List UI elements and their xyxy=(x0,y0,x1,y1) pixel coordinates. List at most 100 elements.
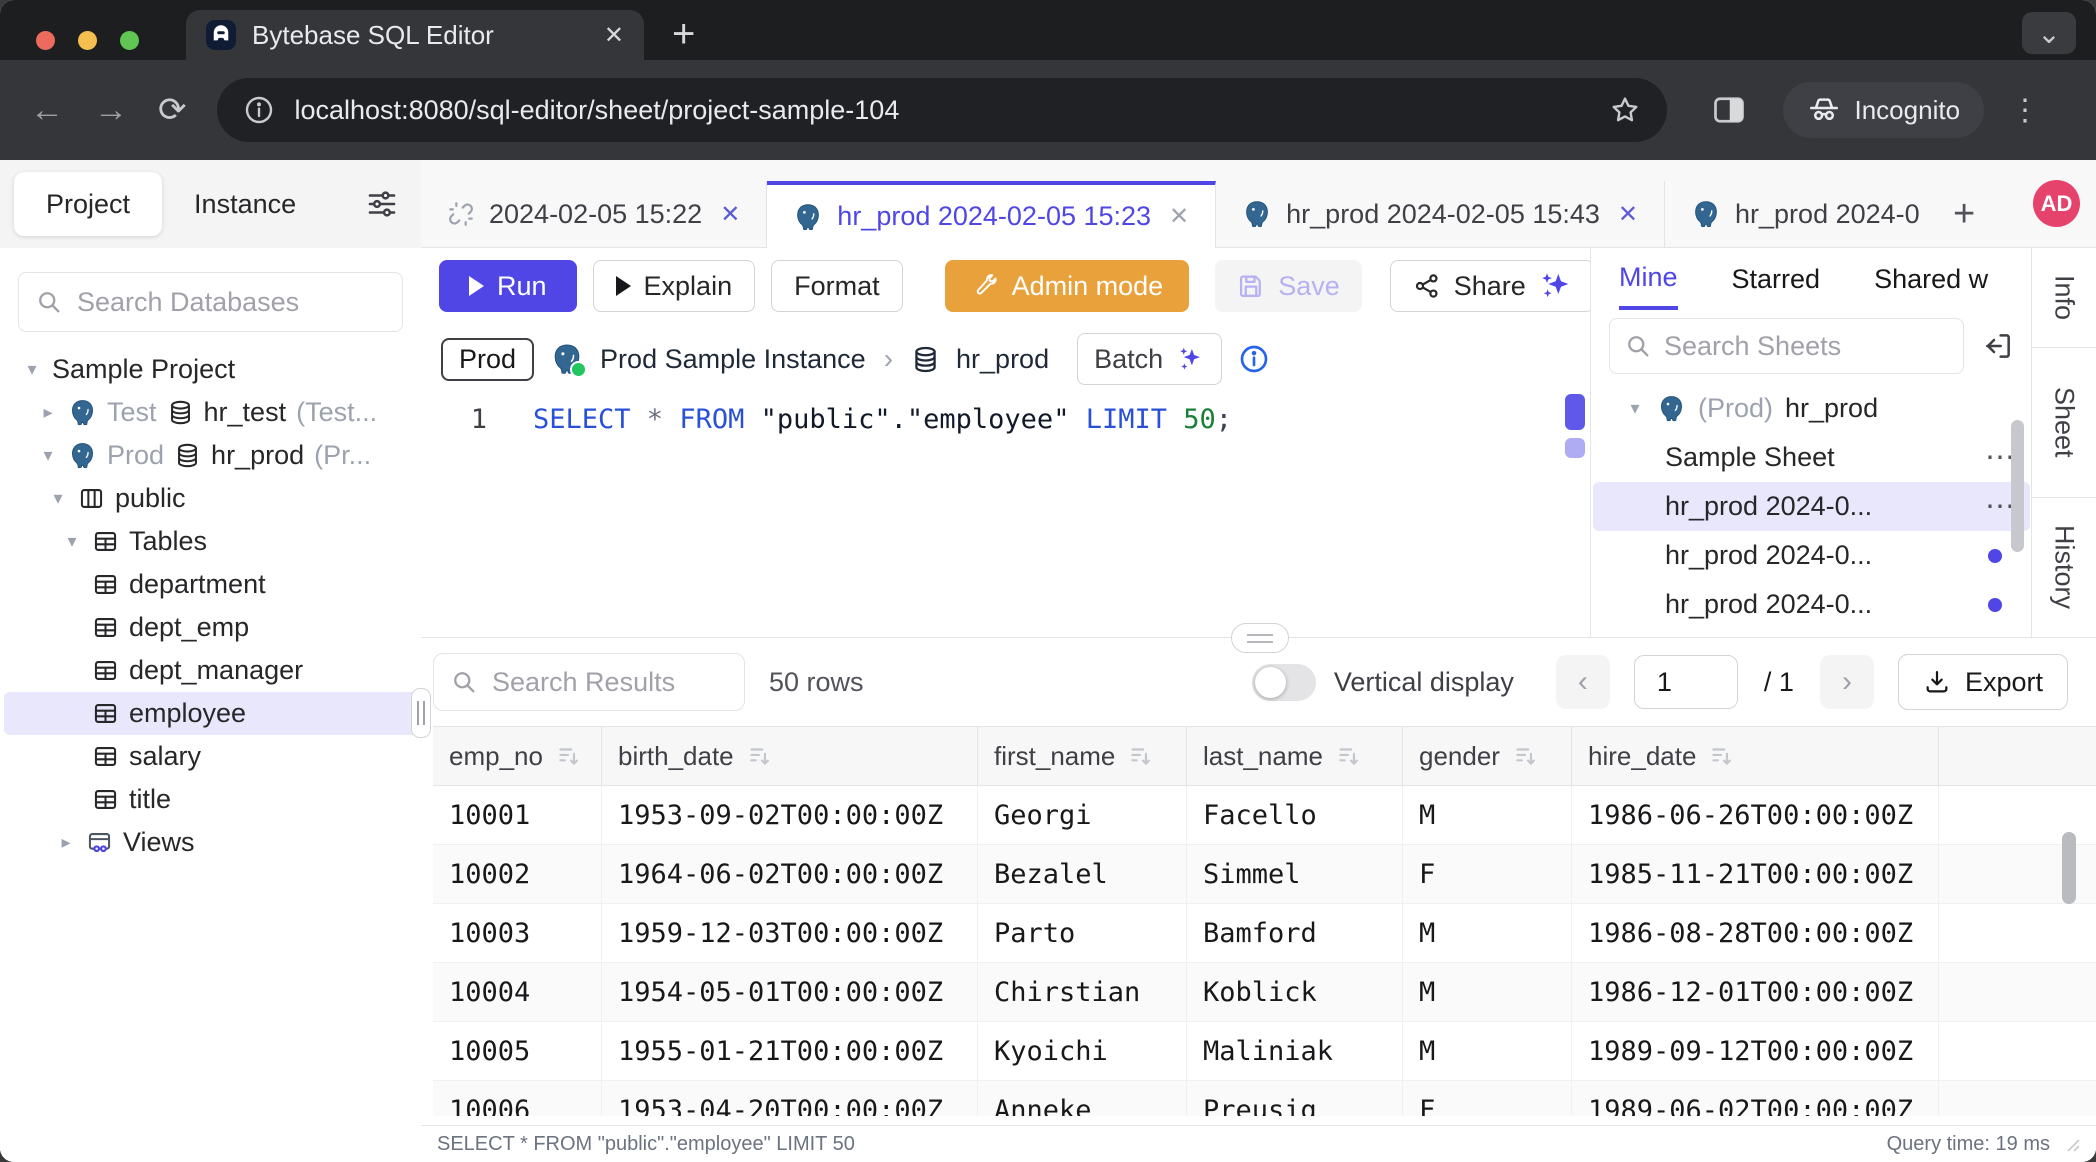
tab-instance[interactable]: Instance xyxy=(162,172,328,236)
sheet-list-scrollbar[interactable] xyxy=(2011,420,2024,552)
sort-icon[interactable] xyxy=(1512,743,1538,769)
table-row[interactable]: 10004 1954-05-01T00:00:00Z Chirstian Kob… xyxy=(433,963,2096,1022)
resize-grip-icon[interactable] xyxy=(2064,1136,2080,1152)
cell-birth-date[interactable]: 1955-01-21T00:00:00Z xyxy=(602,1022,978,1080)
browser-tab[interactable]: Bytebase SQL Editor ✕ xyxy=(186,10,644,60)
tab-search-chevron[interactable]: ⌄ xyxy=(2022,12,2076,54)
cell-gender[interactable]: F xyxy=(1403,1081,1572,1116)
search-databases-input[interactable]: Search Databases xyxy=(18,272,403,332)
sheet-item-selected[interactable]: hr_prod 2024-0... ⋯ xyxy=(1593,482,2030,531)
cell-birth-date[interactable]: 1953-04-20T00:00:00Z xyxy=(602,1081,978,1116)
format-button[interactable]: Format xyxy=(771,260,903,312)
cell-first-name[interactable]: Parto xyxy=(978,904,1187,962)
tab-history[interactable]: History xyxy=(2032,498,2096,636)
cell-gender[interactable]: M xyxy=(1403,1022,1572,1080)
column-header-emp-no[interactable]: emp_no xyxy=(433,727,602,785)
info-icon[interactable] xyxy=(1238,343,1270,375)
cell-first-name[interactable]: Kyoichi xyxy=(978,1022,1187,1080)
sheet-item[interactable]: hr_prod 2024-0... xyxy=(1593,531,2030,580)
cell-hire-date[interactable]: 1986-06-26T00:00:00Z xyxy=(1572,786,1939,844)
tree-item-table-title[interactable]: title xyxy=(4,778,417,821)
cell-gender[interactable]: M xyxy=(1403,904,1572,962)
site-info-icon[interactable] xyxy=(243,94,275,126)
explain-button[interactable]: Explain xyxy=(593,260,756,312)
table-row[interactable]: 10003 1959-12-03T00:00:00Z Parto Bamford… xyxy=(433,904,2096,963)
import-sheet-icon[interactable] xyxy=(1982,330,2014,362)
tab-sheet[interactable]: Sheet xyxy=(2032,348,2096,498)
new-browser-tab-button[interactable]: + xyxy=(672,12,695,57)
cell-emp-no[interactable]: 10006 xyxy=(433,1081,602,1116)
column-header-first-name[interactable]: first_name xyxy=(978,727,1187,785)
forward-button[interactable]: → xyxy=(94,91,128,130)
instance-name[interactable]: Prod Sample Instance xyxy=(600,344,866,375)
batch-button[interactable]: Batch xyxy=(1077,333,1222,385)
tree-item-table-salary[interactable]: salary xyxy=(4,735,417,778)
table-scrollbar[interactable] xyxy=(2062,832,2076,904)
reload-button[interactable]: ⟳ xyxy=(158,90,187,130)
tree-item-table-department[interactable]: department xyxy=(4,563,417,606)
sheet-item[interactable]: Sample Sheet ⋯ xyxy=(1593,433,2030,482)
search-results-input[interactable]: Search Results xyxy=(433,653,745,711)
table-row[interactable]: 10001 1953-09-02T00:00:00Z Georgi Facell… xyxy=(433,786,2096,845)
side-panel-icon[interactable] xyxy=(1711,92,1747,128)
window-minimize-button[interactable] xyxy=(78,31,97,50)
cell-first-name[interactable]: Anneke xyxy=(978,1081,1187,1116)
cell-emp-no[interactable]: 10003 xyxy=(433,904,602,962)
cell-hire-date[interactable]: 1989-09-12T00:00:00Z xyxy=(1572,1022,1939,1080)
tree-item-schema-public[interactable]: ▾ public xyxy=(4,477,417,520)
sort-icon[interactable] xyxy=(555,743,581,769)
address-bar[interactable]: localhost:8080/sql-editor/sheet/project-… xyxy=(217,78,1667,142)
url-text[interactable]: localhost:8080/sql-editor/sheet/project-… xyxy=(295,95,1589,126)
share-button[interactable]: Share xyxy=(1390,260,1594,312)
cell-hire-date[interactable]: 1986-12-01T00:00:00Z xyxy=(1572,963,1939,1021)
cell-birth-date[interactable]: 1953-09-02T00:00:00Z xyxy=(602,786,978,844)
run-button[interactable]: Run xyxy=(439,260,577,312)
column-header-last-name[interactable]: last_name xyxy=(1187,727,1403,785)
tree-item-project[interactable]: ▾ Sample Project xyxy=(4,348,417,391)
cell-birth-date[interactable]: 1964-06-02T00:00:00Z xyxy=(602,845,978,903)
sheet-tab-2-active[interactable]: hr_prod 2024-02-05 15:23 ✕ xyxy=(767,181,1216,248)
close-icon[interactable]: ✕ xyxy=(720,200,740,229)
caret-down-icon[interactable]: ▾ xyxy=(1625,398,1645,419)
cell-last-name[interactable]: Koblick xyxy=(1187,963,1403,1021)
cell-first-name[interactable]: Georgi xyxy=(978,786,1187,844)
caret-right-icon[interactable]: ▸ xyxy=(56,832,76,853)
back-button[interactable]: ← xyxy=(30,91,64,130)
tree-item-views-group[interactable]: ▸ Views xyxy=(4,821,417,864)
sidebar-resize-handle[interactable] xyxy=(411,688,431,738)
cell-birth-date[interactable]: 1959-12-03T00:00:00Z xyxy=(602,904,978,962)
filter-settings-icon[interactable] xyxy=(365,187,399,221)
cell-last-name[interactable]: Simmel xyxy=(1187,845,1403,903)
cell-birth-date[interactable]: 1954-05-01T00:00:00Z xyxy=(602,963,978,1021)
tab-project[interactable]: Project xyxy=(14,172,162,236)
sheet-item[interactable]: hr_prod 2024-0... xyxy=(1593,580,2030,629)
tree-item-table-dept-manager[interactable]: dept_manager xyxy=(4,649,417,692)
tab-shared[interactable]: Shared w xyxy=(1874,248,1988,310)
cell-emp-no[interactable]: 10005 xyxy=(433,1022,602,1080)
search-sheets-input[interactable]: Search Sheets xyxy=(1609,318,1964,374)
close-icon[interactable]: ✕ xyxy=(1618,200,1638,229)
window-close-button[interactable] xyxy=(36,31,55,50)
caret-down-icon[interactable]: ▾ xyxy=(62,531,82,552)
cell-last-name[interactable]: Preusig xyxy=(1187,1081,1403,1116)
caret-right-icon[interactable]: ▸ xyxy=(38,402,58,423)
cell-gender[interactable]: F xyxy=(1403,845,1572,903)
sort-icon[interactable] xyxy=(746,743,772,769)
cell-hire-date[interactable]: 1989-06-02T00:00:00Z xyxy=(1572,1081,1939,1116)
sort-icon[interactable] xyxy=(1127,743,1153,769)
vertical-display-toggle[interactable] xyxy=(1252,664,1316,701)
new-sheet-tab-button[interactable]: + xyxy=(1937,181,1991,247)
close-icon[interactable]: ✕ xyxy=(1169,202,1189,231)
caret-down-icon[interactable]: ▾ xyxy=(22,359,42,380)
tree-item-tables-group[interactable]: ▾ Tables xyxy=(4,520,417,563)
cell-emp-no[interactable]: 10004 xyxy=(433,963,602,1021)
admin-mode-button[interactable]: Admin mode xyxy=(945,260,1190,312)
cell-last-name[interactable]: Maliniak xyxy=(1187,1022,1403,1080)
caret-down-icon[interactable]: ▾ xyxy=(48,488,68,509)
browser-tab-close-icon[interactable]: ✕ xyxy=(604,21,624,50)
browser-menu-icon[interactable]: ⋮ xyxy=(2010,93,2040,128)
cell-gender[interactable]: M xyxy=(1403,786,1572,844)
cell-emp-no[interactable]: 10002 xyxy=(433,845,602,903)
table-row[interactable]: 10005 1955-01-21T00:00:00Z Kyoichi Malin… xyxy=(433,1022,2096,1081)
sheet-tab-4[interactable]: hr_prod 2024-0 xyxy=(1665,181,1937,247)
